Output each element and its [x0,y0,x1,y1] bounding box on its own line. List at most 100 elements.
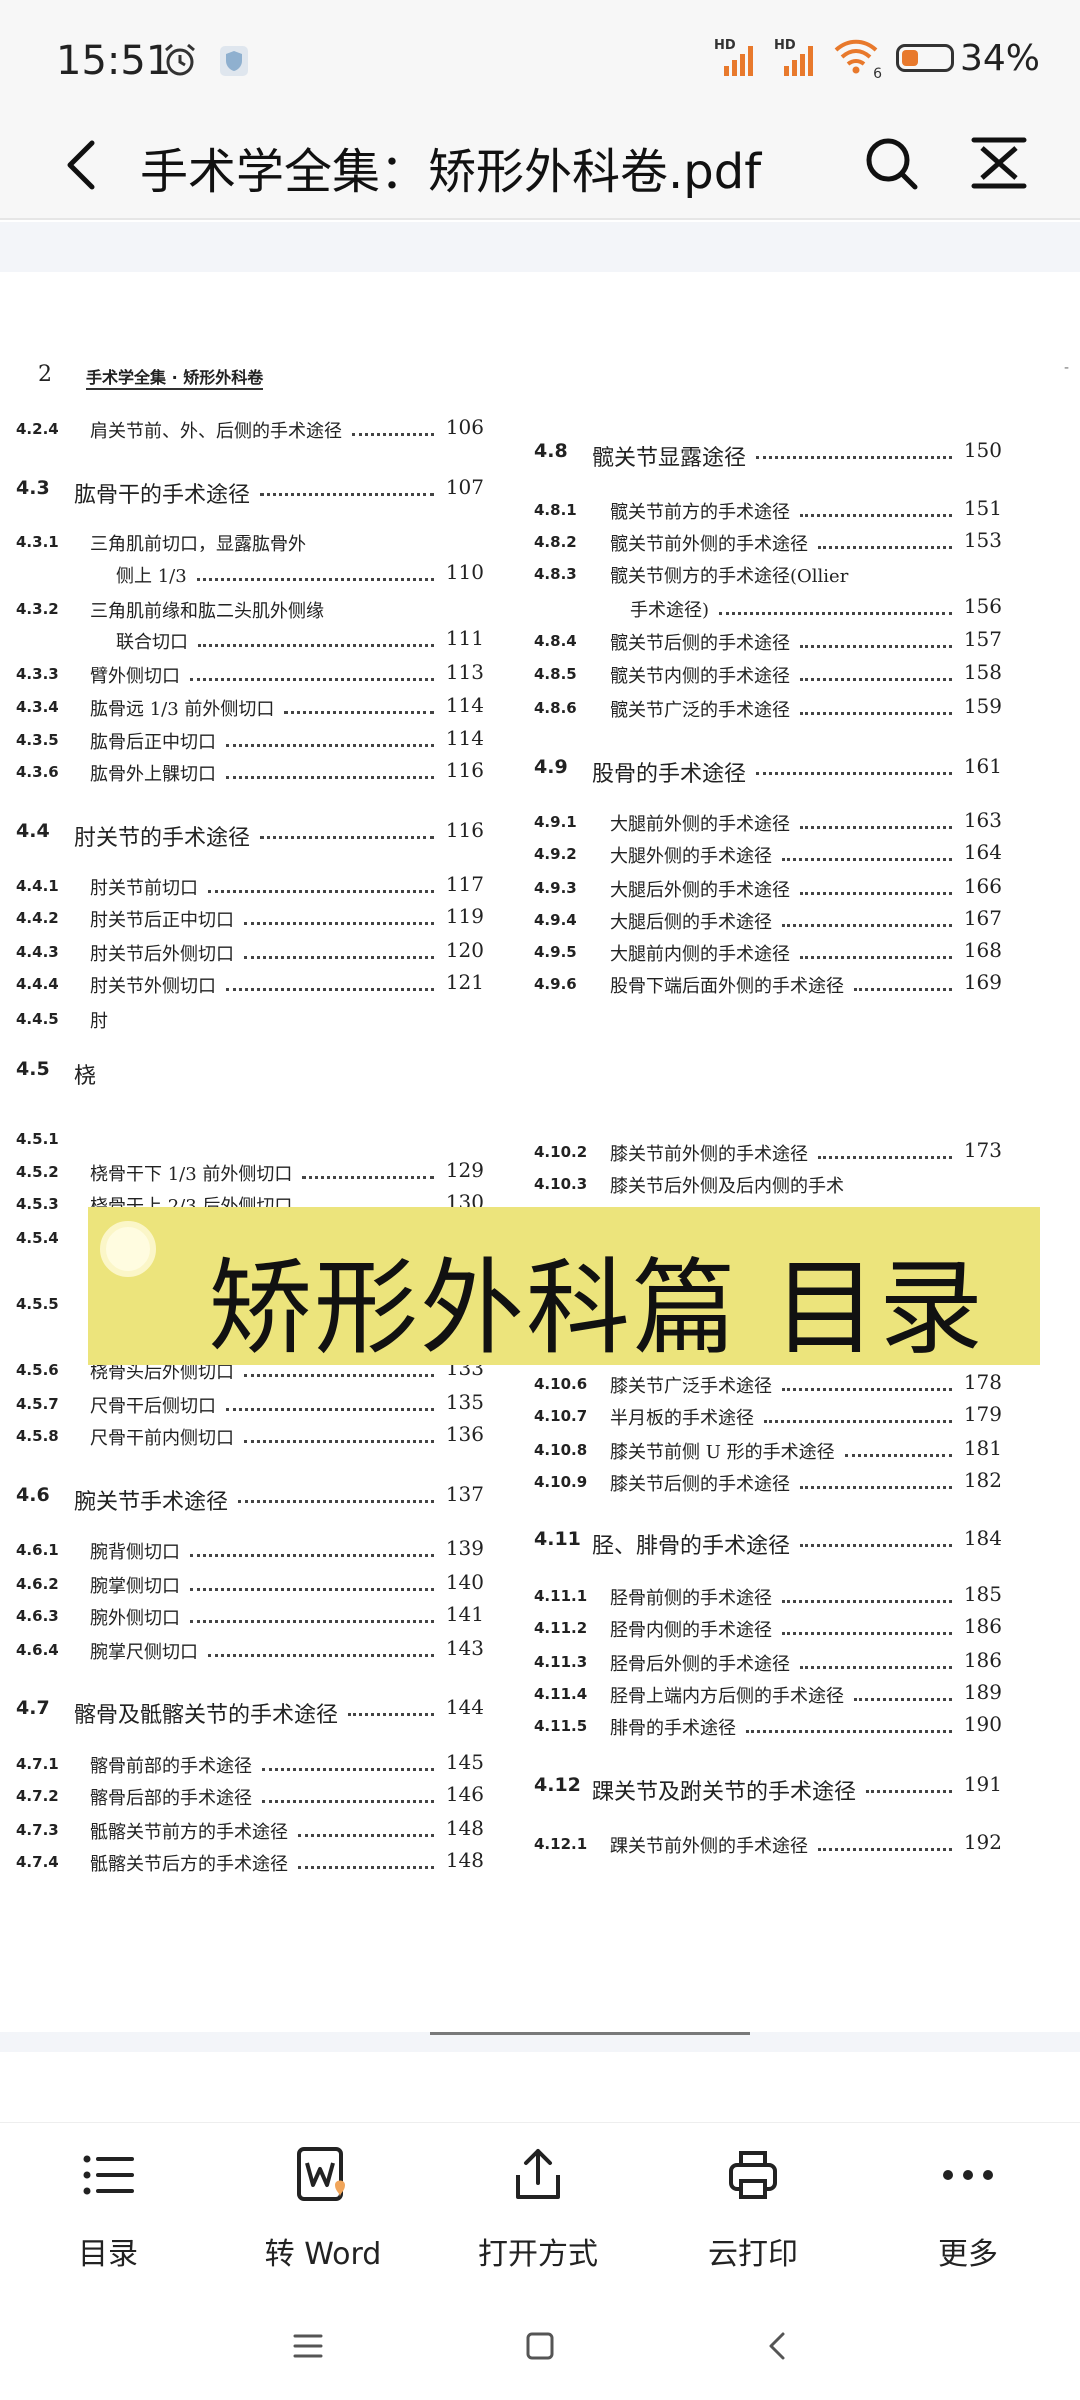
toc-section-heading[interactable]: 4.4 肘关节的手术途径 116 [16,818,484,851]
toc-entry[interactable]: 4.5.8 尺骨干前内侧切口 136 [16,1422,484,1454]
toc-entry[interactable]: 手术途径) 156 [534,594,1002,626]
toc-entry[interactable]: 4.3.2 三角肌前缘和肱二头肌外侧缘 [16,597,484,627]
back-icon[interactable] [58,135,108,195]
toc-entry[interactable]: 4.4.3 肘关节后外侧切口 120 [16,938,484,970]
toc-entry-number: 4.10.7 [534,1407,588,1425]
toc-entry[interactable]: 4.9.6 股骨下端后面外侧的手术途径 169 [534,970,1002,1002]
toc-entry[interactable]: 4.11.5 腓骨的手术途径 190 [534,1712,1002,1744]
toc-entry-number: 4.11.4 [534,1685,588,1703]
toc-entry[interactable]: 4.4.2 肘关节后正中切口 119 [16,904,484,936]
toc-entry[interactable]: 4.9.5 大腿前内侧的手术途径 168 [534,938,1002,970]
toc-entry[interactable]: 4.11.4 胫骨上端内方后侧的手术途径 189 [534,1680,1002,1712]
toc-entry[interactable]: 4.8.6 髋关节广泛的手术途径 159 [534,694,1002,726]
toc-entry[interactable]: 4.9.2 大腿外侧的手术途径 164 [534,840,1002,872]
toc-entry[interactable]: 4.10.2 膝关节前外侧的手术途径 173 [534,1138,1002,1170]
toc-entry[interactable]: 4.10.8 膝关节前侧 U 形的手术途径 181 [534,1436,1002,1468]
toc-entry[interactable]: 4.9.1 大腿前外侧的手术途径 163 [534,808,1002,840]
toc-entry[interactable]: 4.8.3 髋关节侧方的手术途径(Ollier [534,562,1002,592]
home-nav-icon[interactable] [522,2328,558,2364]
toc-entry-number: 4.9.4 [534,911,577,929]
toc-section-heading[interactable]: 4.9 股骨的手术途径 161 [534,754,1002,787]
toc-entry[interactable]: 4.4.4 肘关节外侧切口 121 [16,970,484,1002]
toc-entry[interactable]: 4.6.1 腕背侧切口 139 [16,1536,484,1568]
toc-entry[interactable]: 4.8.5 髋关节内侧的手术途径 158 [534,660,1002,692]
toc-section-heading[interactable]: 4.8 髋关节显露途径 150 [534,438,1002,471]
toc-entry[interactable]: 4.7.3 骶髂关节前方的手术途径 148 [16,1816,484,1848]
toc-entry-text: 膝关节后侧的手术途径 [610,1474,790,1495]
toc-entry[interactable]: 4.3.3 臂外侧切口 113 [16,660,484,692]
signal-icon: HD [714,38,760,78]
toc-leader-dots [190,678,434,681]
toc-section-heading[interactable]: 4.6 腕关节手术途径 137 [16,1482,484,1515]
toc-section-heading[interactable]: 4.5 桡 [16,1058,484,1089]
toc-leader-dots [719,612,952,615]
toc-entry[interactable]: 4.7.4 骶髂关节后方的手术途径 148 [16,1848,484,1880]
expand-icon[interactable] [968,132,1030,194]
convert-word-button[interactable]: 转 Word [243,2145,403,2285]
toc-entry-number: 4.8.4 [534,632,577,650]
toc-entry[interactable]: 4.9.4 大腿后侧的手术途径 167 [534,906,1002,938]
toc-entry[interactable]: 4.4.1 肘关节前切口 117 [16,872,484,904]
toc-page-number: 107 [445,475,484,499]
toc-entry[interactable]: 4.8.1 髋关节前方的手术途径 151 [534,496,1002,528]
toc-leader-dots [818,1848,952,1851]
toc-entry[interactable]: 4.10.9 膝关节后侧的手术途径 182 [534,1468,1002,1500]
toc-entry[interactable]: 4.11.3 胫骨后外侧的手术途径 186 [534,1648,1002,1680]
toc-entry[interactable]: 4.3.5 肱骨后正中切口 114 [16,726,484,758]
toc-entry[interactable]: 4.3.1 三角肌前切口，显露肱骨外 [16,530,484,560]
toc-entry[interactable]: 4.3.6 肱骨外上髁切口 116 [16,758,484,790]
toc-entry[interactable]: 4.5.1 [16,1127,484,1157]
toc-section-heading[interactable]: 4.3 肱骨干的手术途径 107 [16,475,484,508]
toc-entry[interactable]: 4.3.4 肱骨远 1/3 前外侧切口 114 [16,693,484,725]
toc-entry[interactable]: 4.6.4 腕掌尺侧切口 143 [16,1636,484,1668]
toc-page-number: 114 [445,726,484,750]
menu-nav-icon[interactable] [290,2328,326,2364]
toc-entry[interactable]: 4.8.2 髋关节前外侧的手术途径 153 [534,528,1002,560]
system-nav-bar [0,2290,1080,2400]
toc-entry[interactable]: 4.11.2 胫骨内侧的手术途径 186 [534,1614,1002,1646]
toc-leader-dots [226,776,434,779]
toc-entry-text: 胫骨上端内方后侧的手术途径 [610,1686,844,1707]
toc-entry-text: 股骨下端后面外侧的手术途径 [610,976,844,997]
toc-entry[interactable]: 4.5.7 尺骨干后侧切口 135 [16,1390,484,1422]
open-with-button[interactable]: 打开方式 [458,2145,618,2285]
toc-entry-text: 髋关节显露途径 [592,446,747,471]
toc-section-heading[interactable]: 4.11 胫、腓骨的手术途径 184 [534,1526,1002,1559]
toc-button[interactable]: 目录 [28,2145,188,2285]
toc-entry[interactable]: 联合切口 111 [16,626,484,658]
cloud-print-button[interactable]: 云打印 [673,2145,833,2285]
toc-entry[interactable]: 4.10.7 半月板的手术途径 179 [534,1402,1002,1434]
toc-entry[interactable]: 侧上 1/3 110 [16,560,484,592]
back-nav-icon[interactable] [760,2328,796,2364]
toc-leader-dots [197,578,434,581]
more-button[interactable]: 更多 [888,2145,1048,2285]
toc-entry[interactable]: 4.6.3 腕外侧切口 141 [16,1602,484,1634]
toc-entry-number: 4.11.2 [534,1619,588,1637]
toc-entry[interactable]: 4.4.5 肘 [16,1007,484,1037]
toc-entry-text: 尺骨干前内侧切口 [90,1428,234,1449]
toc-entry-text: 三角肌前切口，显露肱骨外 [90,534,306,555]
toc-entry-number: 4.5.4 [16,1229,59,1247]
search-icon[interactable] [860,132,922,194]
toc-section-heading[interactable]: 4.7 髂骨及骶髂关节的手术途径 144 [16,1695,484,1728]
toc-entry[interactable]: 4.11.1 胫骨前侧的手术途径 185 [534,1582,1002,1614]
toc-entry[interactable]: 4.12.1 踝关节前外侧的手术途径 192 [534,1830,1002,1862]
toc-entry[interactable]: 4.2.4 肩关节前、外、后侧的手术途径 106 [16,415,484,447]
battery-percent: 34% [959,37,1040,79]
pdf-viewer[interactable]: - 2 手术学全集 · 矫形外科卷 4.2.4 肩关节前、外、后侧的手术途径 106… [0,222,1080,2132]
toc-entry[interactable]: 4.9.3 大腿后外侧的手术途径 166 [534,874,1002,906]
toc-page-number: 192 [963,1830,1002,1854]
alarm-icon [165,43,195,76]
toc-entry[interactable]: 4.5.2 桡骨干下 1/3 前外侧切口 129 [16,1158,484,1190]
toc-entry[interactable]: 4.7.2 髂骨后部的手术途径 146 [16,1782,484,1814]
toc-entry-number: 4.4 [16,820,50,842]
toc-entry[interactable]: 4.10.3 膝关节后外侧及后内侧的手术 [534,1172,1002,1202]
toc-entry[interactable]: 4.10.6 膝关节广泛手术途径 178 [534,1370,1002,1402]
toc-entry[interactable]: 4.6.2 腕掌侧切口 140 [16,1570,484,1602]
document-title: 手术学全集：矫形外科卷.pdf [140,144,762,200]
toc-entry[interactable]: 4.7.1 髂骨前部的手术途径 145 [16,1750,484,1782]
toc-section-heading[interactable]: 4.12 踝关节及跗关节的手术途径 191 [534,1772,1002,1805]
toc-entry[interactable]: 4.8.4 髋关节后侧的手术途径 157 [534,627,1002,659]
toc-entry-number: 4.6.2 [16,1575,59,1593]
toc-entry-text: 肘关节外侧切口 [90,976,216,997]
